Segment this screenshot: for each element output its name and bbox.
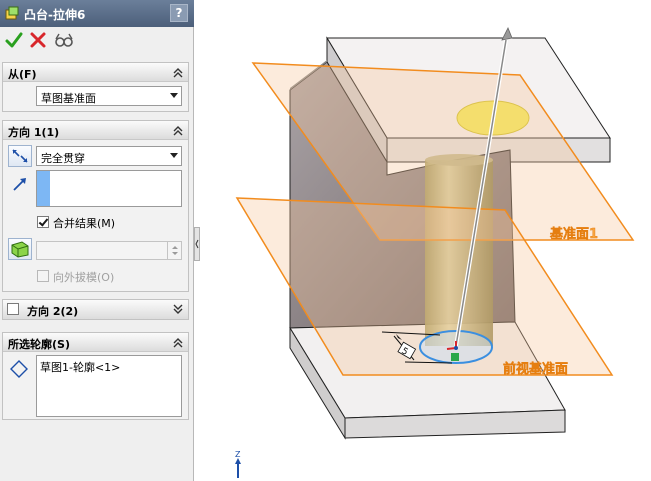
contour-selection-icon <box>10 360 28 378</box>
spin-arrows-icon <box>172 246 178 255</box>
draft-icon <box>11 241 29 258</box>
end-condition-select[interactable]: 完全贯穿 <box>36 146 182 166</box>
expand-chevron-icon[interactable] <box>172 303 184 316</box>
list-item[interactable]: 草图1-轮廓<1> <box>40 359 120 375</box>
chevron-down-icon <box>170 93 178 98</box>
direction1-group-title: 方向 1(1) <box>8 126 60 139</box>
end-condition-value: 完全贯穿 <box>41 152 85 165</box>
direction2-checkbox[interactable] <box>7 303 19 315</box>
selection-highlight <box>37 171 50 206</box>
from-group: 从(F) 草图基准面 <box>2 62 189 112</box>
reverse-direction-button[interactable] <box>8 145 32 167</box>
reference-triad: Z <box>235 450 241 478</box>
graphics-area[interactable]: 基准面1 前视基准面 5 Z <box>200 0 651 481</box>
collapse-chevron-icon[interactable] <box>172 66 184 79</box>
direction2-group: 方向 2(2) <box>2 299 189 320</box>
plane-1-label: 基准面1 <box>549 226 598 242</box>
direction-vector-field[interactable] <box>36 170 182 207</box>
direction1-group-header[interactable]: 方向 1(1) <box>3 121 188 140</box>
direction2-group-title: 方向 2(2) <box>27 305 79 318</box>
solidworks-window: 凸台-拉伸6 ? 从(F) 草图基准面 方向 1(1) 完全贯穿 合并结果(M)… <box>0 0 651 481</box>
from-group-header[interactable]: 从(F) <box>3 63 188 82</box>
contours-list[interactable]: 草图1-轮廓<1> <box>36 355 182 417</box>
glasses-icon[interactable] <box>54 30 74 50</box>
x-icon[interactable] <box>28 30 48 50</box>
feature-titlebar: 凸台-拉伸6 ? <box>0 0 194 27</box>
direction1-group: 方向 1(1) 完全贯穿 合并结果(M) 向外拔模(O) <box>2 120 189 292</box>
contours-group-header[interactable]: 所选轮廓(S) <box>3 333 188 352</box>
triad-z-label: Z <box>235 450 241 459</box>
direction2-group-header[interactable]: 方向 2(2) <box>3 300 188 319</box>
from-select-value: 草图基准面 <box>41 92 96 105</box>
direction-arrow-icon <box>13 178 26 191</box>
model-viewport: 基准面1 前视基准面 5 Z <box>235 27 635 478</box>
chevron-down-icon <box>170 153 178 158</box>
draft-outward-label: 向外拔模(O) <box>53 271 115 284</box>
from-group-title: 从(F) <box>8 68 37 81</box>
boss-extrude-icon <box>5 6 19 20</box>
spin-buttons[interactable] <box>167 242 181 259</box>
action-bar <box>0 28 194 54</box>
front-plane-label: 前视基准面 <box>503 361 568 377</box>
collapse-chevron-icon[interactable] <box>172 336 184 349</box>
feature-title: 凸台-拉伸6 <box>24 8 86 22</box>
merge-result-label: 合并结果(M) <box>53 217 116 230</box>
collapse-chevron-icon[interactable] <box>172 124 184 137</box>
property-manager: 凸台-拉伸6 ? 从(F) 草图基准面 方向 1(1) 完全贯穿 合并结果(M)… <box>0 0 194 481</box>
help-button[interactable]: ? <box>170 4 188 22</box>
check-icon[interactable] <box>4 30 24 50</box>
reverse-direction-icon <box>12 149 28 163</box>
draft-outward-checkbox[interactable] <box>37 270 49 282</box>
from-select[interactable]: 草图基准面 <box>36 86 182 106</box>
contours-group-title: 所选轮廓(S) <box>8 338 70 351</box>
collapse-arrow-icon <box>195 239 199 249</box>
contours-group: 所选轮廓(S) 草图1-轮廓<1> <box>2 332 189 420</box>
draft-angle-spinner[interactable] <box>36 241 182 260</box>
merge-result-checkbox[interactable] <box>37 216 49 228</box>
draft-toggle-button[interactable] <box>8 238 32 260</box>
